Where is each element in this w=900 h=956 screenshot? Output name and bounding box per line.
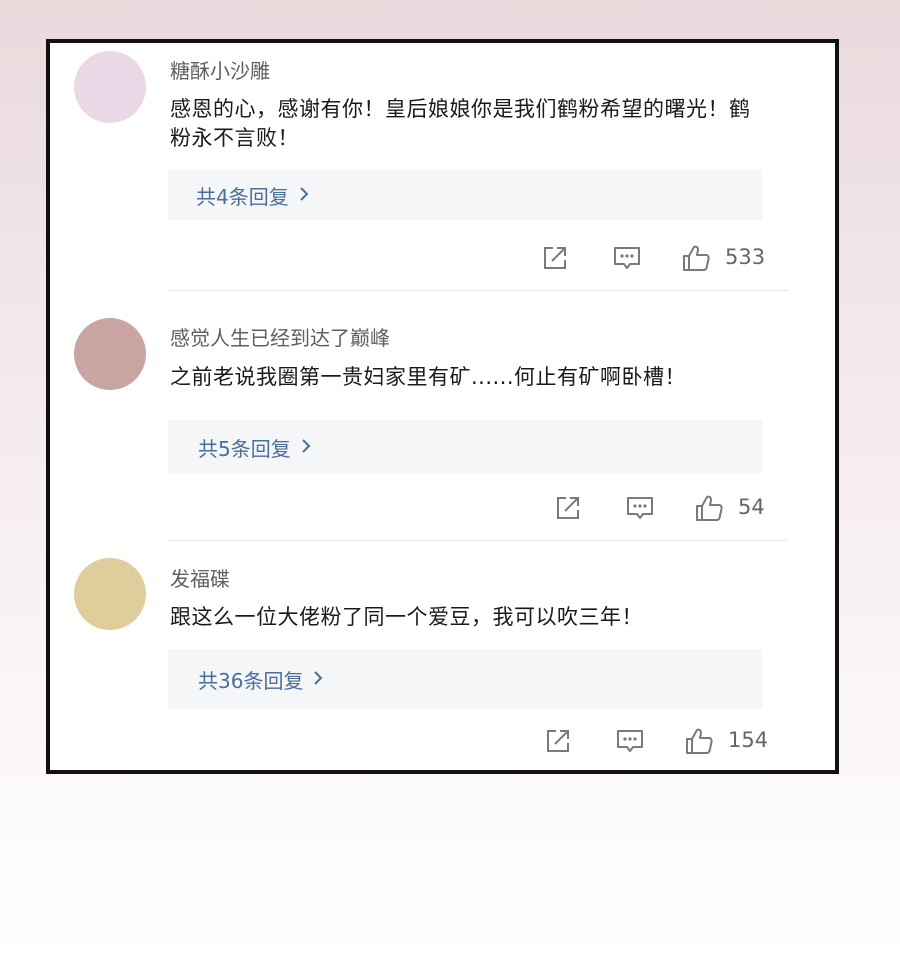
comment-actions: 154: [50, 724, 835, 758]
view-replies-button[interactable]: 共36条回复: [168, 649, 762, 709]
comment-username[interactable]: 感觉人生已经到达了巅峰: [170, 322, 390, 351]
comment-username[interactable]: 糖酥小沙雕: [170, 55, 270, 84]
avatar[interactable]: [74, 558, 146, 630]
thumbs-up-icon[interactable]: [681, 243, 711, 273]
comment-icon[interactable]: [612, 243, 642, 273]
comment-icon[interactable]: [615, 726, 645, 756]
comment-card: 糖酥小沙雕 感恩的心，感谢有你！皇后娘娘你是我们鹤粉希望的曙光！鹤粉永不言败！ …: [46, 39, 839, 774]
comment-item: 发福碟 跟这么一位大佬粉了同一个爱豆，我可以吹三年！ 共36条回复 154: [50, 541, 835, 770]
comment-actions: 54: [50, 491, 835, 525]
share-icon[interactable]: [540, 243, 570, 273]
share-icon[interactable]: [553, 493, 583, 523]
avatar[interactable]: [74, 51, 146, 123]
avatar[interactable]: [74, 318, 146, 390]
comment-actions: 533: [50, 241, 835, 275]
comment-icon[interactable]: [625, 493, 655, 523]
thumbs-up-icon[interactable]: [694, 493, 724, 523]
comment-username[interactable]: 发福碟: [170, 563, 230, 592]
share-icon[interactable]: [543, 726, 573, 756]
replies-label: 共4条回复: [196, 184, 289, 209]
comment-item: 感觉人生已经到达了巅峰 之前老说我圈第一贵妇家里有矿......何止有矿啊卧槽！…: [50, 291, 835, 541]
comment-text: 感恩的心，感谢有你！皇后娘娘你是我们鹤粉希望的曙光！鹤粉永不言败！: [170, 97, 751, 150]
like-count: 54: [738, 495, 765, 519]
view-replies-button[interactable]: 共5条回复: [168, 420, 762, 474]
thumbs-up-icon[interactable]: [684, 726, 714, 756]
like-count: 154: [728, 728, 769, 752]
view-replies-button[interactable]: 共4条回复: [168, 170, 762, 220]
comment-item: 糖酥小沙雕 感恩的心，感谢有你！皇后娘娘你是我们鹤粉希望的曙光！鹤粉永不言败！ …: [50, 43, 835, 291]
replies-label: 共36条回复: [198, 668, 304, 693]
chevron-right-icon: [313, 667, 323, 691]
comment-text: 跟这么一位大佬粉了同一个爱豆，我可以吹三年！: [170, 605, 643, 629]
chevron-right-icon: [299, 183, 309, 207]
comment-text: 之前老说我圈第一贵妇家里有矿......何止有矿啊卧槽！: [170, 365, 687, 389]
replies-label: 共5条回复: [198, 436, 291, 461]
like-count: 533: [725, 245, 766, 269]
chevron-right-icon: [301, 435, 311, 459]
